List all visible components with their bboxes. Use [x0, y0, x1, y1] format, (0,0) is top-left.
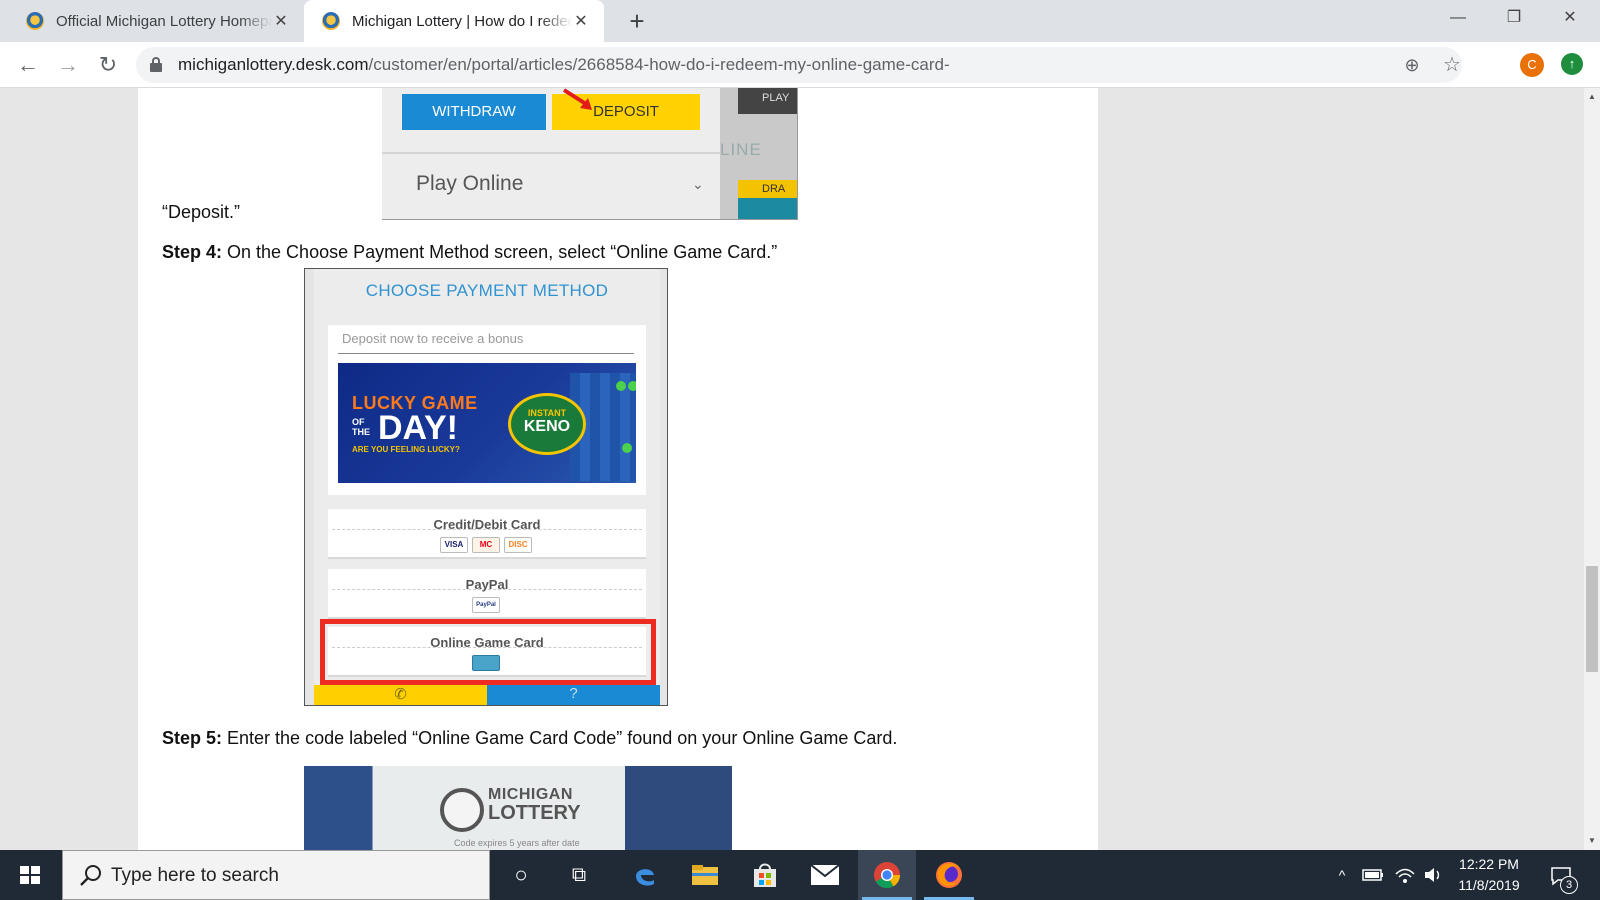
windows-logo-icon: [20, 866, 40, 884]
scroll-down-arrow-icon[interactable]: ▼: [1584, 836, 1600, 845]
step-4-label: Step 4:: [162, 242, 223, 262]
scroll-up-arrow-icon[interactable]: ▲: [1584, 92, 1600, 101]
step-5-text: Step 5: Enter the code labeled “Online G…: [162, 728, 897, 749]
step-4-text: Step 4: On the Choose Payment Method scr…: [162, 242, 777, 263]
profile-avatar[interactable]: C: [1520, 53, 1544, 77]
page-scrollbar[interactable]: ▲ ▼: [1584, 88, 1600, 850]
credit-debit-option: Credit/Debit Card VISA MC DISC: [328, 509, 646, 559]
side-draw-label: DRA: [738, 180, 797, 198]
lottery-seal-icon: [440, 788, 484, 832]
cortana-icon[interactable]: ○: [492, 850, 550, 900]
keno-instant: INSTANT: [527, 408, 567, 418]
address-bar[interactable]: michiganlottery.desk.com/customer/en/por…: [136, 47, 1462, 83]
step-5-instruction: Enter the code labeled “Online Game Card…: [222, 728, 898, 748]
tab-title: Michigan Lottery | How do I redeem my on…: [352, 12, 572, 30]
promo-placeholder: Deposit now to receive a bonus: [342, 331, 524, 346]
red-highlight-box: [320, 619, 656, 685]
mastercard-logo: MC: [472, 537, 500, 553]
new-tab-button[interactable]: +: [622, 6, 652, 36]
file-explorer-icon[interactable]: [676, 850, 734, 900]
banner-day: DAY!: [378, 409, 458, 447]
article-body: WITHDRAW DEPOSIT Play Online ⌄ PLAY LINE…: [138, 88, 1098, 850]
volume-icon[interactable]: [1420, 850, 1446, 900]
side-play-label: PLAY: [762, 92, 790, 104]
taskbar-search-box[interactable]: Type here to search: [62, 850, 490, 900]
update-icon[interactable]: ↑: [1561, 53, 1583, 75]
url-path: /customer/en/portal/articles/2668584-how…: [368, 55, 950, 74]
play-online-row: Play Online ⌄: [382, 152, 720, 219]
banner-of-the: OF THE: [352, 417, 370, 437]
reload-button[interactable]: ↻: [92, 49, 124, 81]
chevron-down-icon: ⌄: [692, 176, 704, 192]
red-arrow-icon: [562, 88, 592, 110]
play-online-label: Play Online: [416, 172, 524, 195]
discover-logo: DISC: [504, 537, 532, 553]
windows-taskbar: Type here to search ○ ⧉ ^ 12:22 PM 11/8/…: [0, 850, 1600, 900]
banner-tagline: ARE YOU FEELING LUCKY?: [352, 445, 460, 454]
battery-icon[interactable]: [1358, 850, 1388, 900]
clock-date: 11/8/2019: [1458, 877, 1520, 893]
card-lottery: LOTTERY: [488, 802, 581, 824]
start-button[interactable]: [0, 850, 60, 900]
search-icon: [80, 865, 101, 886]
promo-panel: Deposit now to receive a bonus LUCKY GAM…: [328, 325, 646, 495]
browser-toolbar: ← → ↻ michiganlottery.desk.com/customer/…: [0, 42, 1600, 88]
lock-icon[interactable]: [150, 57, 162, 72]
lucky-game-banner: LUCKY GAME OF THE DAY! ARE YOU FEELING L…: [338, 363, 636, 483]
phone-icon: ✆: [314, 685, 487, 705]
firefox-icon[interactable]: [920, 850, 978, 900]
deposit-caption: “Deposit.”: [162, 202, 241, 222]
taskbar-clock[interactable]: 12:22 PM 11/8/2019: [1446, 854, 1532, 896]
step-4-instruction: On the Choose Payment Method screen, sel…: [222, 242, 778, 262]
instant-keno-badge: INSTANT KENO: [508, 393, 586, 455]
lottery-favicon-icon: [322, 12, 340, 30]
side-online-label: LINE: [720, 140, 762, 159]
task-view-icon[interactable]: ⧉: [550, 850, 608, 900]
wifi-icon[interactable]: [1390, 850, 1420, 900]
tab-title: Official Michigan Lottery Homepage: [56, 12, 272, 30]
payment-method-screenshot-image: CHOOSE PAYMENT METHOD Deposit now to rec…: [304, 268, 668, 706]
bookmark-star-icon[interactable]: ☆: [1438, 51, 1466, 79]
lottery-favicon-icon: [26, 12, 44, 30]
store-icon[interactable]: [736, 850, 794, 900]
paypal-label: PayPal: [465, 577, 509, 592]
clock-time: 12:22 PM: [1459, 856, 1519, 872]
mail-icon[interactable]: [796, 850, 854, 900]
tab-strip: Official Michigan Lottery Homepage ✕ Mic…: [0, 0, 1600, 42]
keno-word: KENO: [523, 418, 571, 435]
step-5-label: Step 5:: [162, 728, 223, 748]
card-fine-print: Code expires 5 years after date: [454, 838, 580, 848]
minimize-button[interactable]: —: [1430, 0, 1486, 36]
edge-icon[interactable]: [616, 850, 674, 900]
page-viewport: WITHDRAW DEPOSIT Play Online ⌄ PLAY LINE…: [0, 88, 1584, 850]
payment-method-title: CHOOSE PAYMENT METHOD: [365, 281, 609, 300]
deposit-screenshot-image: WITHDRAW DEPOSIT Play Online ⌄ PLAY LINE…: [382, 88, 798, 220]
scrollbar-thumb[interactable]: [1586, 566, 1598, 672]
url-host: michiganlottery.desk.com: [178, 55, 369, 74]
tab-close-icon[interactable]: ✕: [572, 11, 590, 31]
forward-button[interactable]: →: [52, 49, 84, 81]
zoom-icon[interactable]: ⊕: [1398, 51, 1426, 79]
chrome-icon[interactable]: [858, 850, 916, 900]
credit-debit-label: Credit/Debit Card: [433, 517, 541, 532]
help-icon: ?: [487, 685, 660, 705]
notification-count-badge: 3: [1560, 876, 1578, 894]
back-button[interactable]: ←: [12, 49, 44, 81]
paypal-option: PayPal PayPal: [328, 569, 646, 619]
tab-how-to-redeem[interactable]: Michigan Lottery | How do I redeem my on…: [304, 0, 604, 42]
tab-official-homepage[interactable]: Official Michigan Lottery Homepage ✕: [8, 0, 304, 42]
search-placeholder: Type here to search: [111, 865, 279, 886]
visa-logo: VISA: [440, 537, 468, 553]
paypal-logo: PayPal: [472, 597, 500, 613]
withdraw-button-image: WITHDRAW: [402, 94, 546, 130]
action-center-icon[interactable]: 3: [1544, 860, 1578, 894]
game-card-image: MICHIGAN LOTTERY Code expires 5 years af…: [304, 766, 732, 850]
close-window-button[interactable]: ✕: [1542, 0, 1598, 36]
restore-button[interactable]: ❐: [1486, 0, 1542, 36]
tray-chevron-icon[interactable]: ^: [1330, 850, 1354, 900]
side-strip: PLAY LINE DRA: [720, 88, 797, 219]
url-text[interactable]: michiganlottery.desk.com/customer/en/por…: [178, 47, 950, 83]
tab-close-icon[interactable]: ✕: [272, 11, 290, 31]
